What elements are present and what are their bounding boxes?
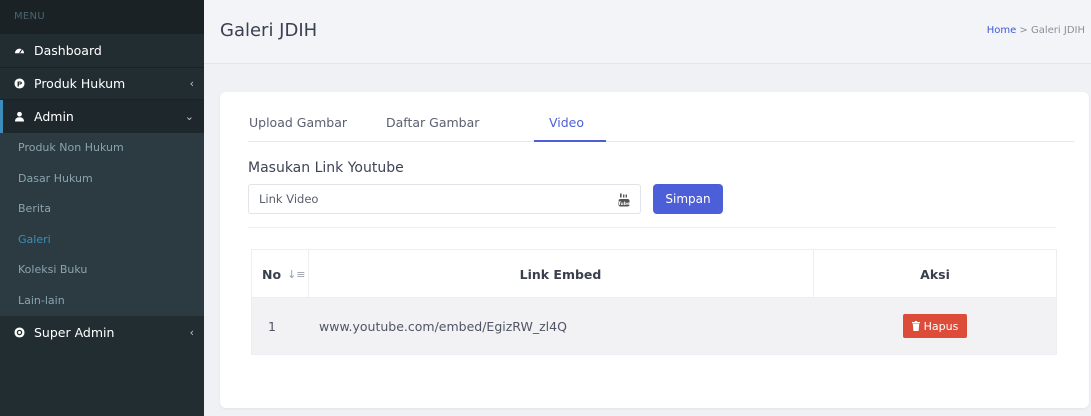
table-header: No ↓≡ Link Embed Aksi [252,250,1056,298]
column-header-label: No [262,266,282,282]
youtube-icon: Tube [618,192,630,207]
user-icon [14,111,34,122]
sidebar-subitem-koleksi-buku[interactable]: Koleksi Buku [0,255,204,286]
divider [248,227,1056,228]
sidebar-item-super-admin[interactable]: Super Admin ‹ [0,316,204,349]
sidebar-item-label: Admin [34,109,74,124]
breadcrumb-home-link[interactable]: Home [987,25,1017,36]
tab-upload-gambar[interactable]: Upload Gambar [249,115,347,130]
content-header: Galeri JDIH Home > Galeri JDIH [204,0,1091,64]
svg-text:P: P [17,79,23,88]
youtube-link-label: Masukan Link Youtube [248,160,404,176]
dashboard-icon [14,45,34,56]
cell-link-embed: www.youtube.com/embed/EgizRW_zl4Q [319,318,567,334]
breadcrumb-current: Galeri JDIH [1031,25,1085,36]
admin-submenu: Produk Non Hukum Dasar Hukum Berita Gale… [0,133,204,316]
chevron-down-icon: ⌄ [184,110,194,123]
sidebar-subitem-dasar-hukum[interactable]: Dasar Hukum [0,164,204,195]
video-link-input-group: Tube [248,184,641,214]
cell-aksi: Hapus [813,298,1057,354]
chevron-left-icon: ‹ [189,326,194,339]
sidebar-subitem-produk-non-hukum[interactable]: Produk Non Hukum [0,133,204,164]
sort-icon[interactable]: ↓≡ [287,268,305,281]
sidebar-item-label: Super Admin [34,325,115,340]
sidebar-item-dashboard[interactable]: Dashboard [0,34,204,67]
sidebar-item-label: Produk Hukum [34,76,126,91]
tab-bar: Upload Gambar Daftar Gambar Video [248,92,1074,142]
tab-video[interactable]: Video [549,115,584,130]
tab-daftar-gambar[interactable]: Daftar Gambar [386,115,479,130]
delete-button-label: Hapus [923,319,959,333]
trash-icon [911,321,920,331]
column-header-aksi[interactable]: Aksi [813,250,1057,298]
svg-text:Tube: Tube [618,201,630,207]
dot-circle-icon [14,327,34,338]
breadcrumb: Home > Galeri JDIH [987,25,1085,36]
sidebar-menu-header: MENU [0,0,204,34]
p-circle-icon: P [14,78,34,89]
video-table: No ↓≡ Link Embed Aksi 1 www.youtube.com/… [251,249,1057,355]
delete-button[interactable]: Hapus [902,314,968,338]
sidebar-item-label: Dashboard [34,43,102,58]
chevron-left-icon: ‹ [189,77,194,90]
sidebar-subitem-berita[interactable]: Berita [0,194,204,225]
table-row: 1 www.youtube.com/embed/EgizRW_zl4Q Hapu… [252,298,1056,354]
sidebar-item-produk-hukum[interactable]: P Produk Hukum ‹ [0,67,204,100]
active-tab-indicator [534,140,606,142]
save-button[interactable]: Simpan [653,184,723,214]
page-title: Galeri JDIH [220,20,318,41]
sidebar: MENU Dashboard P Produk Hukum ‹ Admin ⌄ … [0,0,204,416]
video-link-input[interactable] [259,192,618,206]
sidebar-subitem-galeri[interactable]: Galeri [0,225,204,256]
cell-no: 1 [268,318,276,334]
column-header-link-embed[interactable]: Link Embed [308,250,813,298]
sidebar-item-admin[interactable]: Admin ⌄ [0,100,204,133]
breadcrumb-separator: > [1016,25,1031,36]
sidebar-subitem-lain-lain[interactable]: Lain-lain [0,286,204,317]
column-header-no[interactable]: No ↓≡ [262,250,306,298]
gallery-card: Upload Gambar Daftar Gambar Video Masuka… [220,92,1089,408]
